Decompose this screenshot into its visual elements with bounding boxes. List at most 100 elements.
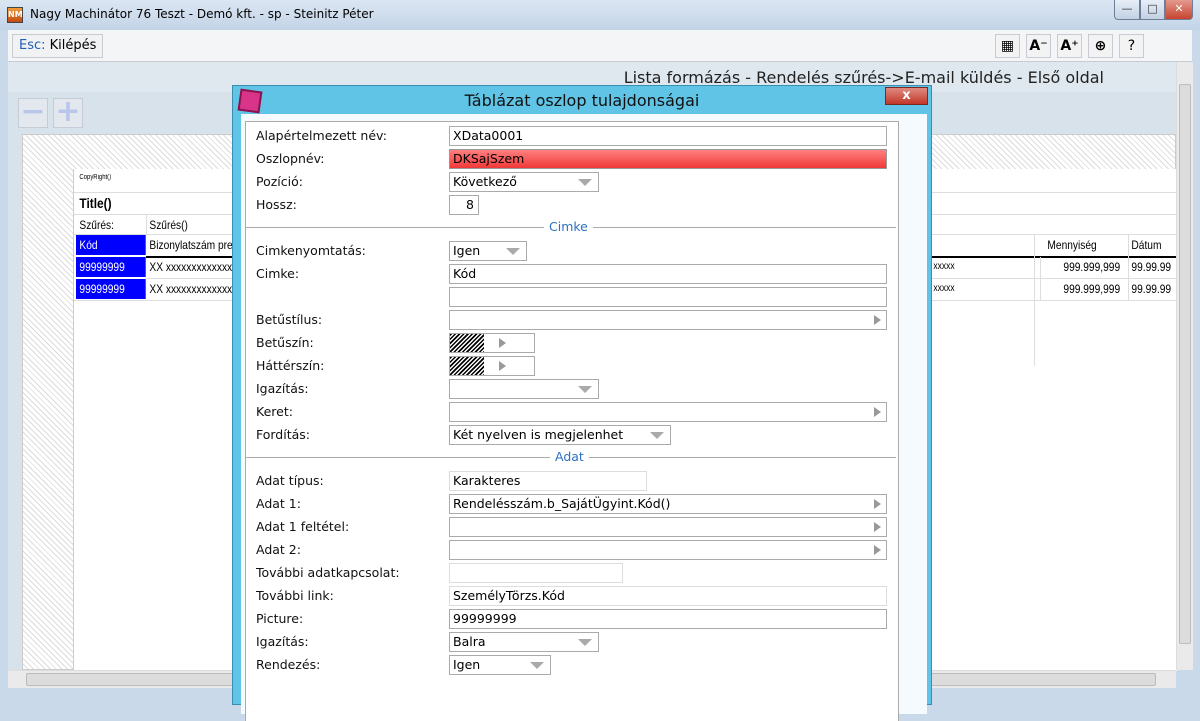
cell-tail[interactable]: xxxxx xyxy=(930,279,954,299)
default-name-input[interactable]: XData0001 xyxy=(449,126,887,146)
value: Igen xyxy=(453,243,481,258)
row-label-text: Cimke: Kód xyxy=(246,262,900,285)
row-extra-link: További link: SzemélyTörzs.Kód xyxy=(246,584,900,607)
font-style-picker[interactable] xyxy=(449,310,887,330)
label: Fordítás: xyxy=(256,427,311,442)
chevron-right-icon xyxy=(499,361,506,371)
chevron-down-icon xyxy=(578,179,592,186)
cell-datum[interactable]: 99.99.99 xyxy=(1128,257,1171,277)
data1-condition-picker[interactable] xyxy=(449,517,887,537)
label: Háttérszín: xyxy=(256,358,325,373)
label: Pozíció: xyxy=(256,174,303,189)
label: Keret: xyxy=(256,404,293,419)
extra-relation-input[interactable] xyxy=(449,563,623,583)
data1-picker[interactable]: Rendelésszám.b_SajátÜgyint.Kód() xyxy=(449,494,887,514)
chevron-down-icon xyxy=(506,248,520,255)
help-button[interactable]: ? xyxy=(1119,34,1144,58)
filter-value[interactable]: Szűrés() xyxy=(146,215,188,235)
label: Igazítás: xyxy=(256,381,309,396)
chevron-right-icon xyxy=(874,522,881,532)
column-header-bizonylat[interactable]: Bizonylatszám pref xyxy=(146,235,235,255)
border-picker[interactable] xyxy=(449,402,887,422)
column-name-input[interactable]: DKSajSzem xyxy=(449,149,887,169)
report-title[interactable]: Title() xyxy=(76,193,111,213)
chevron-right-icon xyxy=(874,315,881,325)
data-type-field: Karakteres xyxy=(449,471,647,491)
row-font-style: Betűstílus: xyxy=(246,308,900,331)
alignment-select[interactable] xyxy=(449,379,599,399)
value: Következő xyxy=(453,174,517,189)
row-length: Hossz: 8 xyxy=(246,193,900,216)
cell-text[interactable]: XX xxxxxxxxxxxxxx xyxy=(146,257,237,277)
column-header-kod[interactable]: Kód xyxy=(76,235,146,255)
dialog-body: Alapértelmezett név: XData0001 Oszlopnév:… xyxy=(241,114,927,721)
maximize-button[interactable]: □ xyxy=(1140,0,1165,20)
scrollbar-thumb[interactable] xyxy=(1179,84,1191,644)
length-input[interactable]: 8 xyxy=(449,195,479,215)
exit-button[interactable]: Esc: Kilépés xyxy=(12,34,104,58)
column-header-mennyiseg[interactable]: Mennyiség xyxy=(1044,235,1096,255)
row-label-print: Cimkenyomtatás: Igen xyxy=(246,239,900,262)
row-position: Pozíció: Következő xyxy=(246,170,900,193)
row-border: Keret: xyxy=(246,400,900,423)
cube-icon xyxy=(237,88,263,114)
cell-kod[interactable]: 99999999 xyxy=(76,279,146,299)
column-header-datum[interactable]: Dátum xyxy=(1128,235,1161,255)
picture-input[interactable]: 99999999 xyxy=(449,609,887,629)
dialog-title: Táblázat oszlop tulajdonságai xyxy=(464,91,700,110)
row-bg-color: Háttérszín: xyxy=(246,354,900,377)
label-second-language-input[interactable] xyxy=(449,287,887,307)
label: Betűszín: xyxy=(256,335,314,350)
font-decrease-button[interactable]: A⁻ xyxy=(1026,34,1051,58)
label: Adat típus: xyxy=(256,473,324,488)
position-select[interactable]: Következő xyxy=(449,172,599,192)
row-data2: Adat 2: xyxy=(246,538,900,561)
cell-mennyiseg[interactable]: 999.999,999 xyxy=(1060,257,1120,277)
font-color-picker[interactable] xyxy=(449,333,535,353)
label: Picture: xyxy=(256,611,304,626)
support-icon-button[interactable]: ⊕ xyxy=(1088,34,1113,58)
zoom-in-button[interactable]: + xyxy=(53,97,83,128)
value: Balra xyxy=(453,634,486,649)
copyright-field[interactable]: CopyRight() xyxy=(76,173,111,183)
minimize-button[interactable]: — xyxy=(1114,0,1140,20)
font-increase-button[interactable]: A⁺ xyxy=(1057,34,1082,58)
background-color-picker[interactable] xyxy=(449,356,535,376)
value: Igen xyxy=(453,657,481,672)
translation-select[interactable]: Két nyelven is megjelenhet xyxy=(449,425,671,445)
row-data-type: Adat típus: Karakteres xyxy=(246,469,900,492)
cell-tail[interactable]: xxxxx xyxy=(930,257,954,277)
data2-picker[interactable] xyxy=(449,540,887,560)
label: Hossz: xyxy=(256,197,297,212)
label-print-select[interactable]: Igen xyxy=(449,241,527,261)
section-cimke: Cimke xyxy=(246,216,900,239)
label: További link: xyxy=(256,588,334,603)
zoom-out-button[interactable]: − xyxy=(18,97,48,128)
row-sorting: Rendezés: Igen xyxy=(246,653,900,676)
section-title: Adat xyxy=(550,449,589,464)
extra-link-input[interactable]: SzemélyTörzs.Kód xyxy=(449,586,887,606)
sorting-select[interactable]: Igen xyxy=(449,655,551,675)
section-adat: Adat xyxy=(246,446,900,469)
dialog-close-button[interactable]: x xyxy=(885,87,928,105)
title-bar: NM Nagy Machinátor 76 Teszt - Demó kft. … xyxy=(0,0,1200,30)
label-input[interactable]: Kód xyxy=(449,264,887,284)
toolbar: Esc: Kilépés ▦ A⁻ A⁺ ⊕ ? xyxy=(8,30,1192,62)
row-data-alignment: Igazítás: Balra xyxy=(246,630,900,653)
data-alignment-select[interactable]: Balra xyxy=(449,632,599,652)
chevron-right-icon xyxy=(874,499,881,509)
cell-mennyiseg[interactable]: 999.999,999 xyxy=(1060,279,1120,299)
chevron-down-icon xyxy=(578,386,592,393)
close-button[interactable]: ✕ xyxy=(1165,0,1193,20)
cell-datum[interactable]: 99.99.99 xyxy=(1128,279,1171,299)
shortcut-key: Esc: xyxy=(19,38,46,53)
layout-grid-button[interactable]: ▦ xyxy=(995,34,1020,58)
row-default-name: Alapértelmezett név: XData0001 xyxy=(246,124,900,147)
color-swatch xyxy=(450,334,484,352)
window-title: Nagy Machinátor 76 Teszt - Demó kft. - s… xyxy=(30,7,374,21)
vertical-scrollbar[interactable] xyxy=(1176,62,1193,670)
cell-kod[interactable]: 99999999 xyxy=(76,257,146,277)
label: Betűstílus: xyxy=(256,312,323,327)
cell-text[interactable]: XX xxxxxxxxxxxxxx xyxy=(146,279,237,299)
filter-label: Szűrés: xyxy=(79,218,114,232)
